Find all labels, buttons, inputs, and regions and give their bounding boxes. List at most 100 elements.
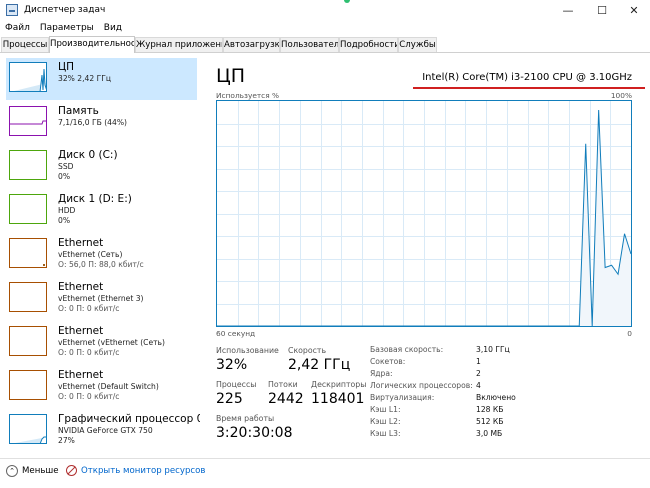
tab-performance[interactable]: Производительность xyxy=(49,36,135,53)
sidebar-item-gpu[interactable]: Графический процессор 0 NVIDIA GeForce G… xyxy=(6,410,200,452)
sidebar-item-label: ЦП xyxy=(58,61,75,73)
menu-file[interactable]: Файл xyxy=(0,23,35,33)
detail-label: Кэш L3: xyxy=(370,429,401,438)
processes-value: 225 xyxy=(216,391,243,407)
graph-zero-label: 0 xyxy=(627,329,632,338)
ethernet-2-thumbnail xyxy=(9,282,47,312)
gpu-thumbnail xyxy=(9,414,47,444)
handles-label: Дескрипторы xyxy=(311,380,367,389)
usage-label: Использование xyxy=(216,346,279,355)
sidebar-item-sub: 7,1/16,0 ГБ (44%) xyxy=(58,118,128,127)
ethernet-1-thumbnail xyxy=(9,238,47,268)
menu-view[interactable]: Вид xyxy=(99,23,127,33)
sidebar-item-sub: HDD xyxy=(58,206,76,215)
sidebar-item-sub: vEthernet (Сеть) xyxy=(58,250,123,259)
usage-value: 32% xyxy=(216,357,248,373)
menu-bar: Файл Параметры Вид xyxy=(0,20,127,35)
cpu-thumbnail-graph xyxy=(14,68,46,91)
tab-processes[interactable]: Процессы xyxy=(1,37,49,52)
threads-value: 2442 xyxy=(268,391,304,407)
cpu-usage-graph xyxy=(216,100,632,327)
window-title: Диспетчер задач xyxy=(24,5,106,15)
sidebar-item-sub: О: 0 П: 0 кбит/с xyxy=(58,304,120,313)
graph-max-label: 100% xyxy=(610,91,632,100)
ethernet-3-thumbnail xyxy=(9,326,47,356)
page-title: ЦП xyxy=(216,65,246,87)
tab-bar: Процессы Производительность Журнал прило… xyxy=(0,36,650,53)
sidebar-item-label: Ethernet xyxy=(58,325,104,337)
cpu-model-name: Intel(R) Core(TM) i3-2100 CPU @ 3.10GHz xyxy=(422,72,632,83)
tab-startup[interactable]: Автозагрузка xyxy=(223,37,280,52)
memory-thumbnail-graph xyxy=(10,120,46,125)
detail-label: Базовая скорость: xyxy=(370,345,444,354)
detail-label: Виртуализация: xyxy=(370,393,435,402)
sidebar-item-ethernet-3[interactable]: Ethernet vEthernet (vEthernet (Сеть) О: … xyxy=(6,322,197,364)
detail-value: 2 xyxy=(476,369,481,378)
detail-value: 3,0 МБ xyxy=(476,429,503,438)
sidebar-item-label: Диск 1 (D: E:) xyxy=(58,193,132,205)
sidebar-item-label: Память xyxy=(58,105,99,117)
sidebar-item-memory[interactable]: Память 7,1/16,0 ГБ (44%) xyxy=(6,102,197,144)
cpu-usage-graph-svg xyxy=(217,101,631,326)
tab-details[interactable]: Подробности xyxy=(339,37,398,52)
sidebar-item-sub: 0% xyxy=(58,172,71,181)
ethernet-4-thumbnail xyxy=(9,370,47,400)
cpu-detail-panel: ЦП Intel(R) Core(TM) i3-2100 CPU @ 3.10G… xyxy=(200,54,650,454)
sidebar-item-label: Ethernet xyxy=(58,281,104,293)
uptime-label: Время работы xyxy=(216,414,275,423)
sidebar-item-sub: vEthernet (vEthernet (Сеть) xyxy=(58,338,165,347)
detail-value: Включено xyxy=(476,393,516,402)
sidebar-item-label: Диск 0 (C:) xyxy=(58,149,118,161)
sidebar-item-disk-0[interactable]: Диск 0 (C:) SSD 0% xyxy=(6,146,197,188)
close-button[interactable]: ✕ xyxy=(618,0,650,20)
uptime-value: 3:20:30:08 xyxy=(216,425,293,441)
graph-time-label: 60 секунд xyxy=(216,329,256,338)
speed-label: Скорость xyxy=(288,346,327,355)
sidebar-item-sub: 32% 2,42 ГГц xyxy=(58,74,112,83)
detail-label: Кэш L1: xyxy=(370,405,401,414)
detail-label: Логических процессоров: xyxy=(370,381,473,390)
sidebar-item-label: Графический процессор 0 xyxy=(58,413,200,425)
processes-label: Процессы xyxy=(216,380,257,389)
sidebar-item-disk-1[interactable]: Диск 1 (D: E:) HDD 0% xyxy=(6,190,197,232)
sidebar-item-sub: vEthernet (Ethernet 3) xyxy=(58,294,144,303)
tab-users[interactable]: Пользователи xyxy=(280,37,339,52)
chevron-up-icon: ⌃ xyxy=(6,465,18,477)
handles-value: 118401 xyxy=(311,391,365,407)
detail-value: 128 КБ xyxy=(476,405,504,414)
threads-label: Потоки xyxy=(268,380,298,389)
fewer-details-label: Меньше xyxy=(22,466,59,476)
footer-bar: ⌃ Меньше Открыть монитор ресурсов xyxy=(0,458,650,488)
cpu-thumbnail xyxy=(9,62,47,92)
graph-usage-label: Используется % xyxy=(216,91,280,100)
sidebar-item-sub: О: 0 П: 0 кбит/с xyxy=(58,348,120,357)
detail-value: 512 КБ xyxy=(476,417,504,426)
sidebar-item-cpu[interactable]: ЦП 32% 2,42 ГГц xyxy=(6,58,197,100)
resource-monitor-label: Открыть монитор ресурсов xyxy=(81,465,206,476)
detail-value: 3,10 ГГц xyxy=(476,345,510,354)
sidebar-item-sub: О: 56,0 П: 88,0 кбит/с xyxy=(58,260,144,269)
tab-services[interactable]: Службы xyxy=(398,37,437,52)
sidebar-item-ethernet-4[interactable]: Ethernet vEthernet (Default Switch) О: 0… xyxy=(6,366,197,408)
sidebar-item-ethernet-1[interactable]: Ethernet vEthernet (Сеть) О: 56,0 П: 88,… xyxy=(6,234,197,276)
sidebar-item-sub: 0% xyxy=(58,216,71,225)
detail-label: Ядра: xyxy=(370,369,393,378)
gpu-thumbnail-graph xyxy=(15,436,46,443)
sidebar-item-ethernet-2[interactable]: Ethernet vEthernet (Ethernet 3) О: 0 П: … xyxy=(6,278,197,320)
fewer-details-button[interactable]: ⌃ Меньше xyxy=(6,465,59,477)
activity-marker xyxy=(43,264,45,266)
detail-value: 1 xyxy=(476,357,481,366)
detail-label: Кэш L2: xyxy=(370,417,401,426)
sidebar-item-sub: vEthernet (Default Switch) xyxy=(58,382,159,391)
sidebar-item-sub: О: 0 П: 0 кбит/с xyxy=(58,392,120,401)
detail-label: Сокетов: xyxy=(370,357,406,366)
disk-1-thumbnail xyxy=(9,194,47,224)
red-underline xyxy=(413,87,645,89)
disk-0-thumbnail xyxy=(9,150,47,180)
open-resource-monitor-link[interactable]: Открыть монитор ресурсов xyxy=(66,465,205,476)
minimize-button[interactable]: — xyxy=(552,0,584,20)
menu-options[interactable]: Параметры xyxy=(35,23,99,33)
sidebar-item-sub: 27% xyxy=(58,436,75,445)
maximize-button[interactable]: ☐ xyxy=(586,0,618,20)
tab-app-history[interactable]: Журнал приложений xyxy=(135,37,223,52)
